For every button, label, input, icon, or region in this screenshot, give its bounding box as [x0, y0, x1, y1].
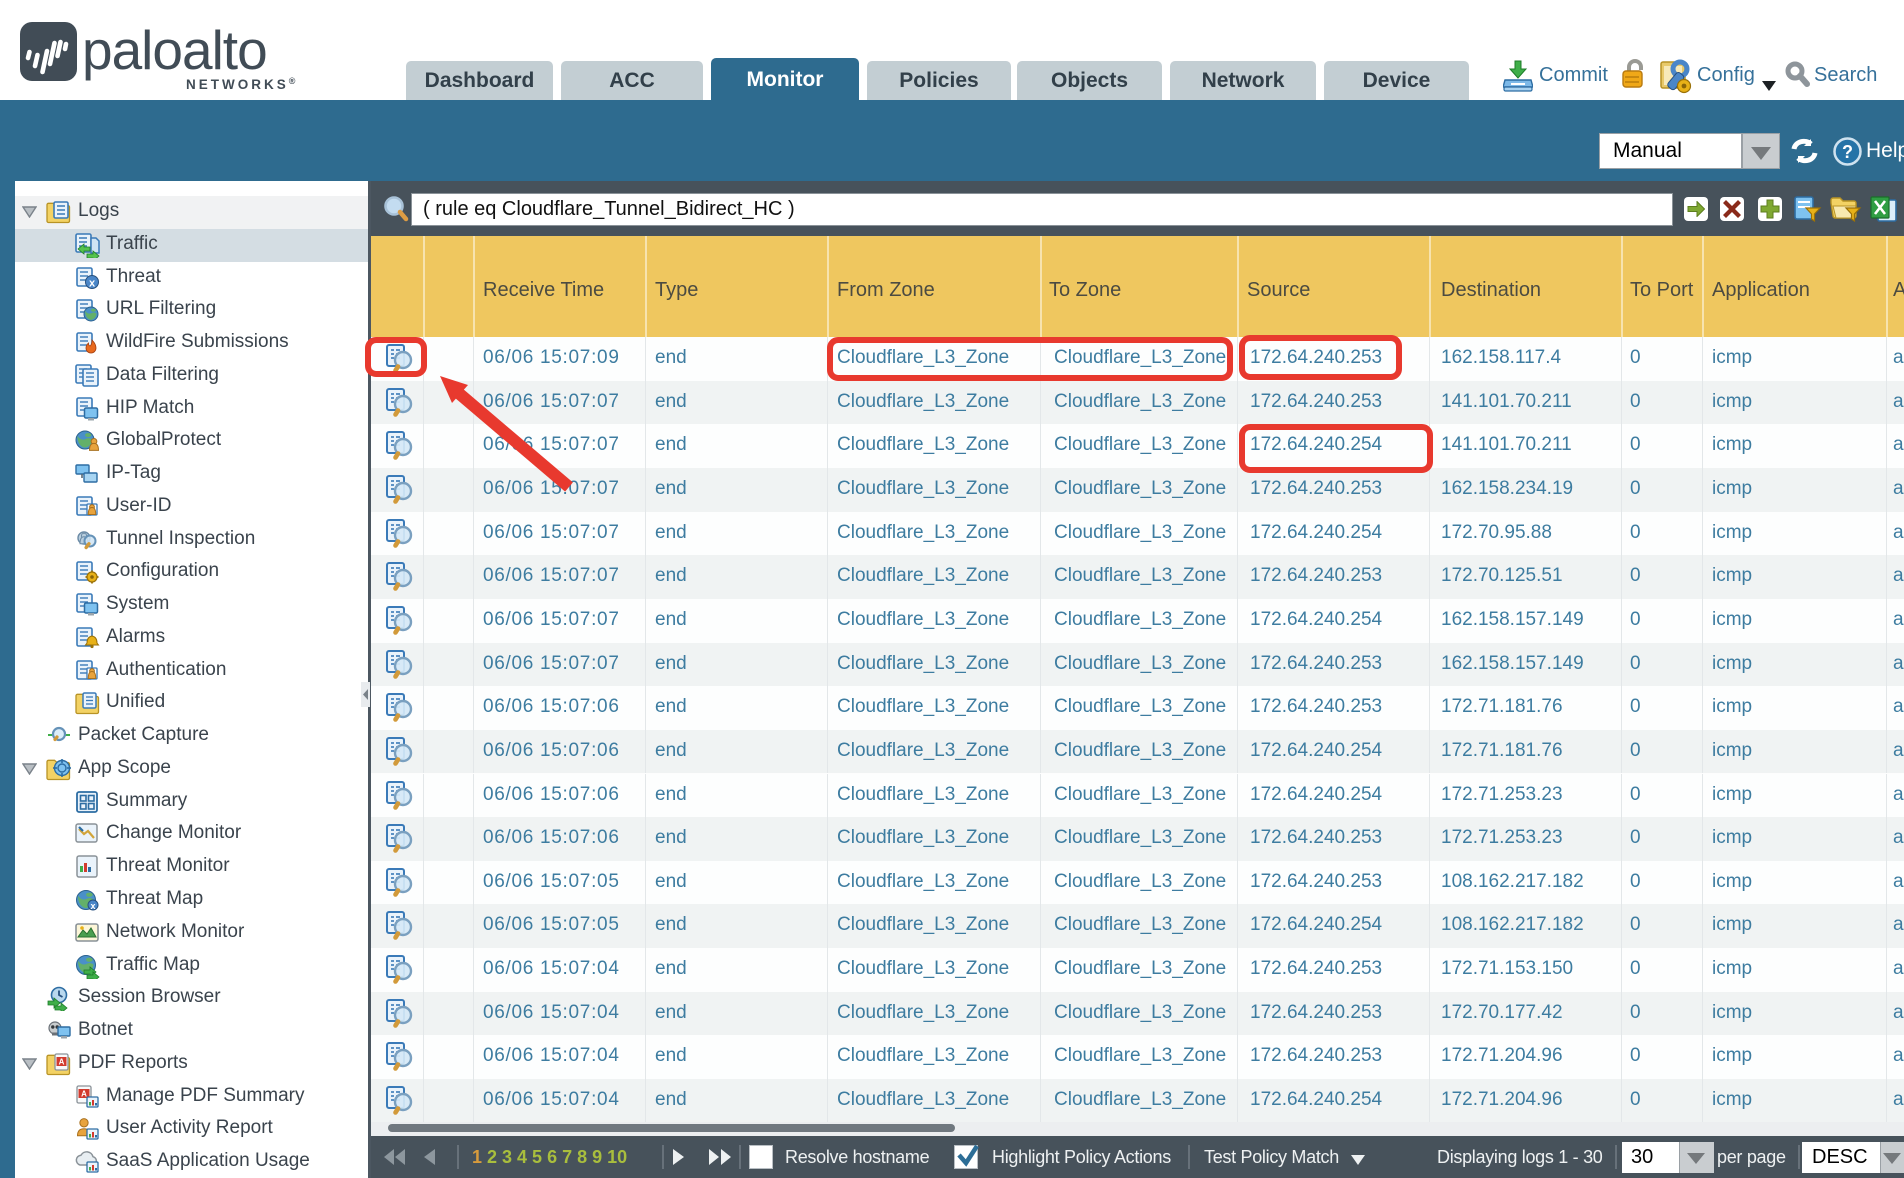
svg-text:A: A	[81, 1089, 87, 1098]
svg-text:A: A	[59, 1057, 65, 1066]
svg-text:x: x	[89, 277, 96, 289]
svg-text:?: ?	[1842, 142, 1853, 162]
svg-text:x: x	[90, 901, 95, 911]
